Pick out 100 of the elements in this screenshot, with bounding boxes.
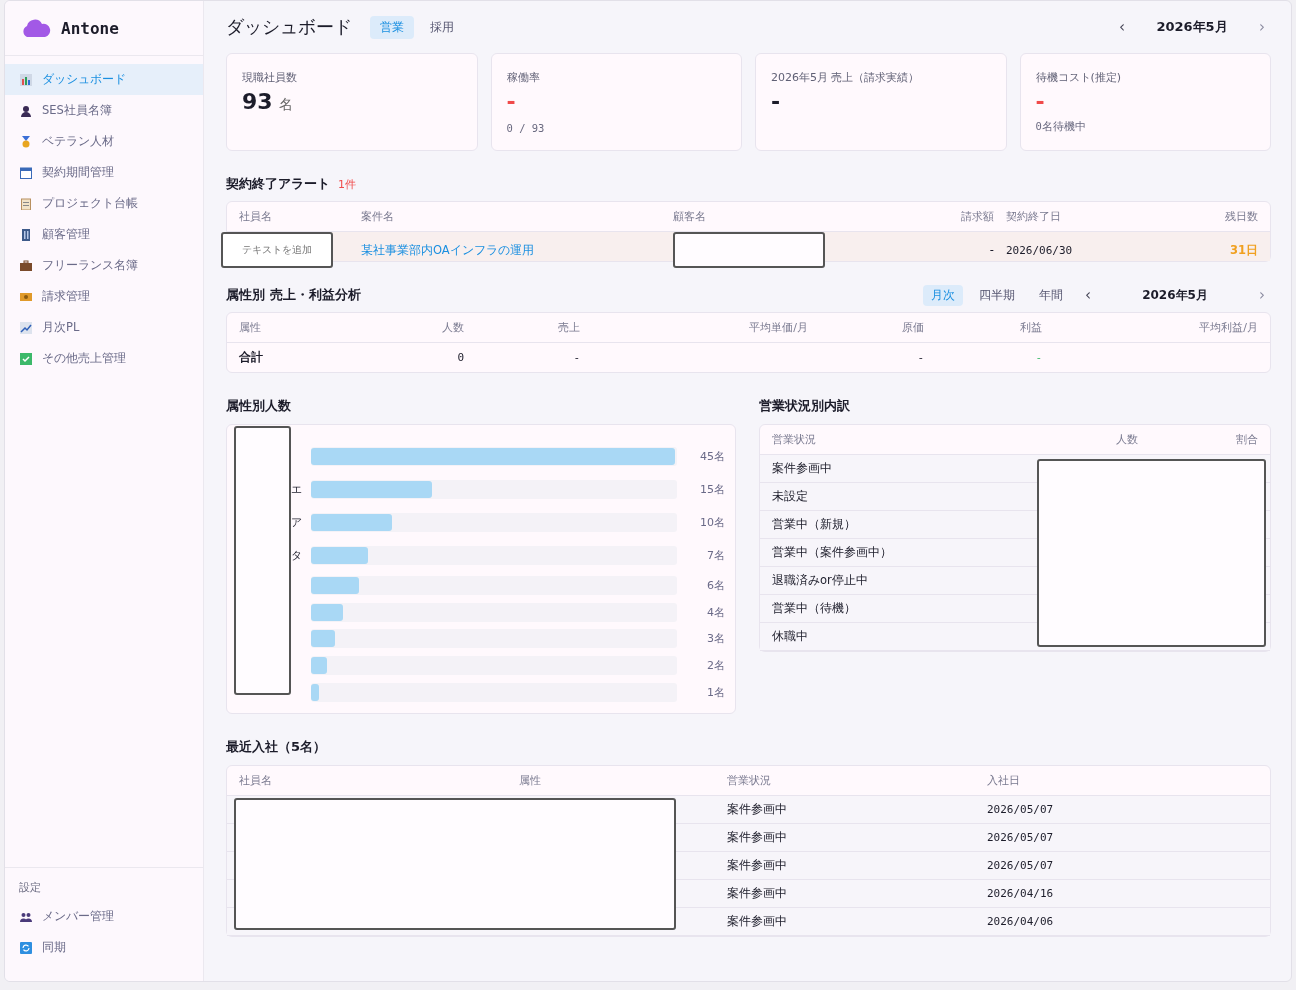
check-icon bbox=[20, 352, 32, 365]
brand-name: Antone bbox=[61, 18, 119, 38]
column-header: 案件名 bbox=[361, 209, 395, 224]
period-tab[interactable]: 年間 bbox=[1031, 284, 1071, 306]
column-header: 社員名 bbox=[239, 773, 273, 788]
cash-icon bbox=[20, 290, 32, 303]
sync-icon bbox=[20, 941, 32, 954]
stat-label: 稼働率 bbox=[506, 70, 541, 85]
column-header: 人数 bbox=[441, 320, 464, 335]
table-cell-text: 案件参画中 bbox=[727, 914, 788, 929]
period-tab[interactable]: 月次 bbox=[923, 284, 963, 306]
sidebar-item[interactable]: 契約期間管理 bbox=[5, 157, 203, 188]
table-cell-text: 2026/04/16 bbox=[987, 887, 1055, 900]
column-header: 属性 bbox=[519, 773, 542, 788]
redaction-box: テキストを追加 bbox=[221, 232, 333, 268]
sidebar-item[interactable]: プロジェクト台帳 bbox=[5, 188, 203, 219]
sidebar-item[interactable]: ベテラン人材 bbox=[5, 126, 203, 157]
table-cell-text: - bbox=[1034, 351, 1042, 364]
stat-subtext: 0名待機中 bbox=[1035, 120, 1087, 134]
table-cell-text: 合計 bbox=[239, 350, 264, 365]
bar-value: 7名 bbox=[706, 548, 725, 563]
sidebar-item[interactable]: 顧客管理 bbox=[5, 219, 203, 250]
tab[interactable]: 採用 bbox=[420, 15, 464, 39]
sidebar-item[interactable]: ダッシュボード bbox=[5, 64, 203, 95]
bar-label: エ bbox=[291, 483, 302, 496]
person-icon bbox=[20, 104, 32, 117]
column-header: 社員名 bbox=[239, 209, 273, 224]
column-header: 顧客名 bbox=[673, 209, 707, 224]
bar-value: 15名 bbox=[699, 482, 725, 497]
table-cell-text: 案件参画中 bbox=[727, 802, 788, 817]
column-header: 人数 bbox=[1115, 432, 1138, 447]
table-cell-text: - bbox=[572, 351, 580, 364]
table-cell-text: 2026/06/30 bbox=[1006, 243, 1074, 257]
stat-value: 93 bbox=[242, 89, 273, 114]
table-cell-text: 営業中（待機） bbox=[772, 601, 857, 616]
column-header: 契約終了日 bbox=[1006, 209, 1062, 224]
previous-month-button[interactable]: ‹ bbox=[1079, 286, 1097, 304]
cloud-logo-icon bbox=[21, 18, 51, 38]
table-cell-text: 休職中 bbox=[772, 629, 809, 644]
table-cell-text: 31日 bbox=[1229, 242, 1258, 258]
stat-value: - bbox=[1035, 89, 1045, 114]
column-header: 属性 bbox=[239, 320, 262, 335]
bar-value: 1名 bbox=[706, 685, 725, 701]
column-header: 平均単価/月 bbox=[748, 320, 808, 335]
clipboard-icon bbox=[20, 197, 32, 210]
sidebar-item[interactable]: 月次PL bbox=[5, 312, 203, 343]
sidebar-item[interactable]: その他売上管理 bbox=[5, 343, 203, 374]
period-tab[interactable]: 四半期 bbox=[971, 284, 1023, 306]
table-cell-text: 案件参画中 bbox=[727, 886, 788, 901]
project-link[interactable]: 某社事業部内OAインフラの運用 bbox=[361, 242, 661, 258]
month-label: 2026年5月 bbox=[1141, 286, 1209, 304]
table-cell-text: 2026/05/07 bbox=[987, 831, 1055, 844]
stat-label: 待機コスト(推定) bbox=[1035, 70, 1123, 85]
next-month-button[interactable]: › bbox=[1253, 18, 1271, 36]
table-cell-text: 案件参画中 bbox=[772, 461, 833, 476]
table-cell-text: 0 bbox=[456, 351, 464, 364]
chart-icon bbox=[20, 73, 32, 86]
table-cell-text: 案件参画中 bbox=[727, 858, 788, 873]
table-cell-text: 未設定 bbox=[772, 489, 809, 504]
calendar-icon bbox=[20, 166, 32, 179]
previous-month-button[interactable]: ‹ bbox=[1113, 18, 1131, 36]
stat-value: - bbox=[506, 89, 516, 114]
bar-value: 6名 bbox=[706, 577, 725, 593]
table-cell-text: 営業中（新規） bbox=[772, 517, 857, 532]
people-icon bbox=[20, 910, 32, 923]
bar-label: ア bbox=[291, 516, 302, 529]
month-label: 2026年5月 bbox=[1155, 18, 1229, 36]
page-title: ダッシュボード bbox=[226, 15, 352, 39]
bar-value: 3名 bbox=[706, 631, 725, 647]
column-header: 入社日 bbox=[987, 773, 1021, 788]
bar-value: 10名 bbox=[699, 515, 725, 530]
column-header: 割合 bbox=[1235, 432, 1258, 447]
alert-count: 1件 bbox=[338, 176, 356, 192]
sidebar-item[interactable]: SES社員名簿 bbox=[5, 95, 203, 126]
sidebar-item[interactable]: 同期 bbox=[5, 932, 203, 963]
table-cell-text: 2026/04/06 bbox=[987, 915, 1055, 928]
table-cell-text: 退職済みor停止中 bbox=[772, 573, 869, 588]
section-title: 最近入社（5名） bbox=[226, 738, 328, 756]
sidebar-item[interactable]: メンバー管理 bbox=[5, 901, 203, 932]
stat-subtext: 0 / 93 bbox=[506, 122, 546, 134]
next-month-button[interactable]: › bbox=[1253, 286, 1271, 304]
table-cell-text: 2026/05/07 bbox=[987, 859, 1055, 872]
column-header: 原価 bbox=[901, 320, 924, 335]
briefcase-icon bbox=[20, 259, 32, 272]
bar-value: 4名 bbox=[706, 604, 725, 620]
table-cell-text: - bbox=[916, 351, 924, 364]
section-title: 属性別人数 bbox=[226, 397, 292, 415]
column-header: 請求額 bbox=[960, 209, 994, 224]
column-header: 残日数 bbox=[1224, 209, 1258, 224]
column-header: 営業状況 bbox=[727, 773, 772, 788]
building-icon bbox=[20, 228, 32, 241]
table-cell-text: - bbox=[988, 243, 994, 257]
sidebar-item[interactable]: 請求管理 bbox=[5, 281, 203, 312]
table-cell-text: 営業中（案件参画中） bbox=[772, 545, 893, 560]
section-title: 属性別 売上・利益分析 bbox=[226, 286, 361, 304]
sidebar-item[interactable]: フリーランス名簿 bbox=[5, 250, 203, 281]
bar-label: タ bbox=[291, 549, 302, 562]
stat-label: 2026年5月 売上（請求実績） bbox=[771, 70, 921, 85]
section-title: 契約終了アラート bbox=[226, 175, 330, 193]
tab[interactable]: 営業 bbox=[370, 15, 414, 39]
